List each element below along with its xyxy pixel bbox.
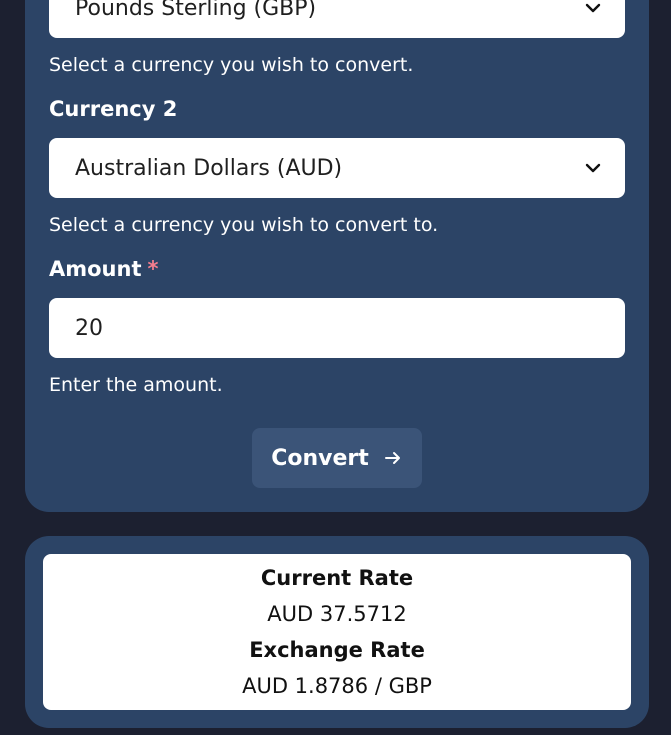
amount-input[interactable]: 20 <box>49 298 625 358</box>
currency2-selected-value: Australian Dollars (AUD) <box>75 155 343 181</box>
amount-input-value: 20 <box>75 315 103 341</box>
currency2-help-text: Select a currency you wish to convert to… <box>49 214 439 236</box>
currency2-label: Currency 2 <box>49 97 178 121</box>
chevron-down-icon <box>585 3 601 13</box>
amount-label-text: Amount <box>49 257 142 281</box>
currency2-select[interactable]: Australian Dollars (AUD) <box>49 138 625 198</box>
result-panel: Current Rate AUD 37.5712 Exchange Rate A… <box>43 554 631 710</box>
current-rate-label: Current Rate <box>260 566 414 590</box>
exchange-rate-value: AUD 1.8786 / GBP <box>242 674 432 698</box>
convert-button[interactable]: Convert <box>252 428 422 488</box>
current-rate-value: AUD 37.5712 <box>267 602 407 626</box>
required-marker: * <box>147 257 159 281</box>
arrow-right-icon <box>384 452 400 464</box>
currency1-selected-value: Pounds Sterling (GBP) <box>75 0 317 21</box>
convert-button-label: Convert <box>271 445 369 471</box>
amount-help-text: Enter the amount. <box>49 374 223 396</box>
currency1-select[interactable]: Pounds Sterling (GBP) <box>49 0 625 38</box>
exchange-rate-label: Exchange Rate <box>249 638 425 662</box>
amount-label: Amount * <box>49 257 159 281</box>
currency1-help-text: Select a currency you wish to convert. <box>49 54 414 76</box>
chevron-down-icon <box>585 163 601 173</box>
